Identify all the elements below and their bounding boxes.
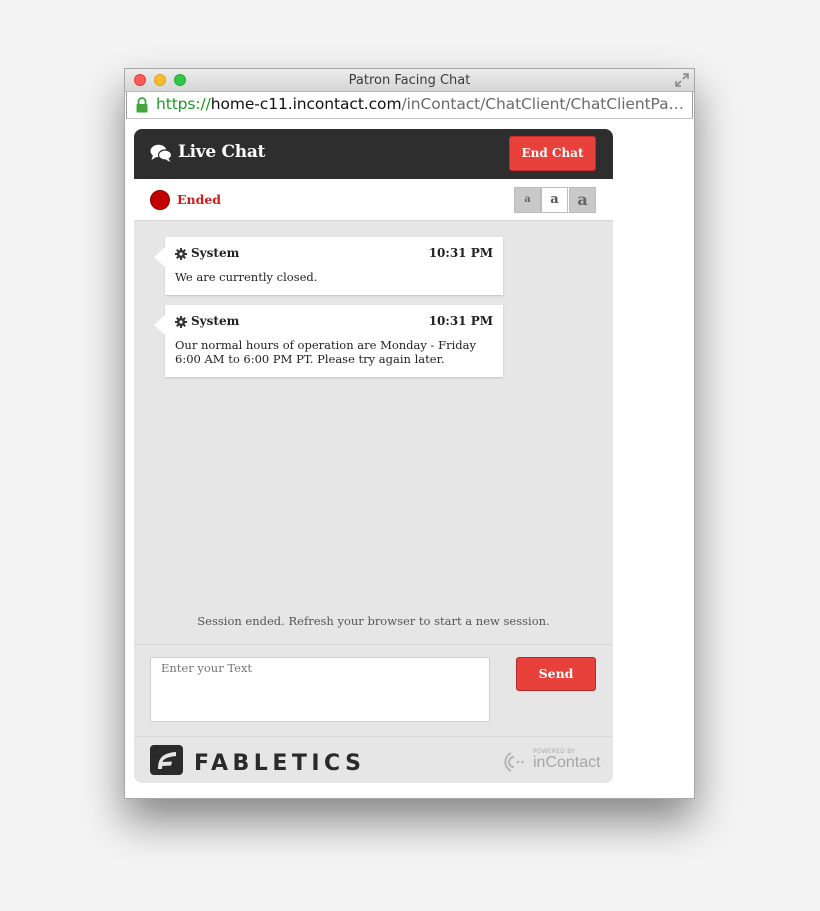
message-sender: System [191, 314, 240, 328]
status-indicator-icon [150, 190, 170, 210]
fullscreen-icon[interactable] [674, 72, 690, 88]
lock-icon [136, 97, 148, 113]
message-compose-area: Send [134, 644, 613, 736]
chat-title: Live Chat [178, 142, 266, 162]
chat-footer: FABLETICS POWERED BY inContact [134, 736, 613, 783]
url-scheme: https:// [156, 95, 211, 113]
font-size-medium-button[interactable]: a [541, 187, 568, 213]
url-path: /inContact/ChatClient/ChatClientPatron.a… [401, 95, 688, 113]
chat-message: System 10:31 PM We are currently closed. [154, 237, 503, 295]
address-bar[interactable]: https://home-c11.incontact.com/inContact… [126, 92, 693, 119]
session-ended-notice: Session ended. Refresh your browser to s… [197, 614, 550, 628]
url-host: home-c11.incontact.com [210, 95, 402, 113]
brand-name: FABLETICS [194, 751, 366, 776]
title-bar: Patron Facing Chat [125, 69, 694, 92]
message-input[interactable] [150, 657, 490, 722]
status-text: Ended [177, 192, 222, 207]
chat-header: Live Chat End Chat [134, 129, 613, 179]
status-row: Ended a a a [134, 179, 613, 221]
url-text[interactable]: https://home-c11.incontact.com/inContact… [156, 95, 688, 113]
browser-window: Patron Facing Chat https://home-c11.inco… [124, 68, 695, 799]
send-button[interactable]: Send [516, 657, 596, 691]
powered-by-brand: inContact [533, 754, 601, 771]
font-size-large-button[interactable]: a [569, 187, 596, 213]
message-text: We are currently closed. [175, 270, 318, 284]
message-sender: System [191, 246, 240, 260]
incontact-logo-icon [504, 752, 524, 772]
message-time: 10:31 PM [428, 314, 493, 328]
message-text: Our normal hours of operation are Monday… [175, 338, 476, 366]
font-size-small-button[interactable]: a [514, 187, 541, 213]
window-title: Patron Facing Chat [348, 73, 471, 88]
chat-bubbles-icon [150, 144, 172, 162]
end-chat-button[interactable]: End Chat [509, 136, 596, 171]
fabletics-logo-icon [150, 745, 183, 775]
message-time: 10:31 PM [428, 246, 493, 260]
chat-widget: Live Chat End Chat Ended a a a System 10… [134, 129, 613, 783]
chat-message: System 10:31 PM Our normal hours of oper… [154, 305, 503, 377]
gear-icon [175, 248, 187, 260]
gear-icon [175, 316, 187, 328]
